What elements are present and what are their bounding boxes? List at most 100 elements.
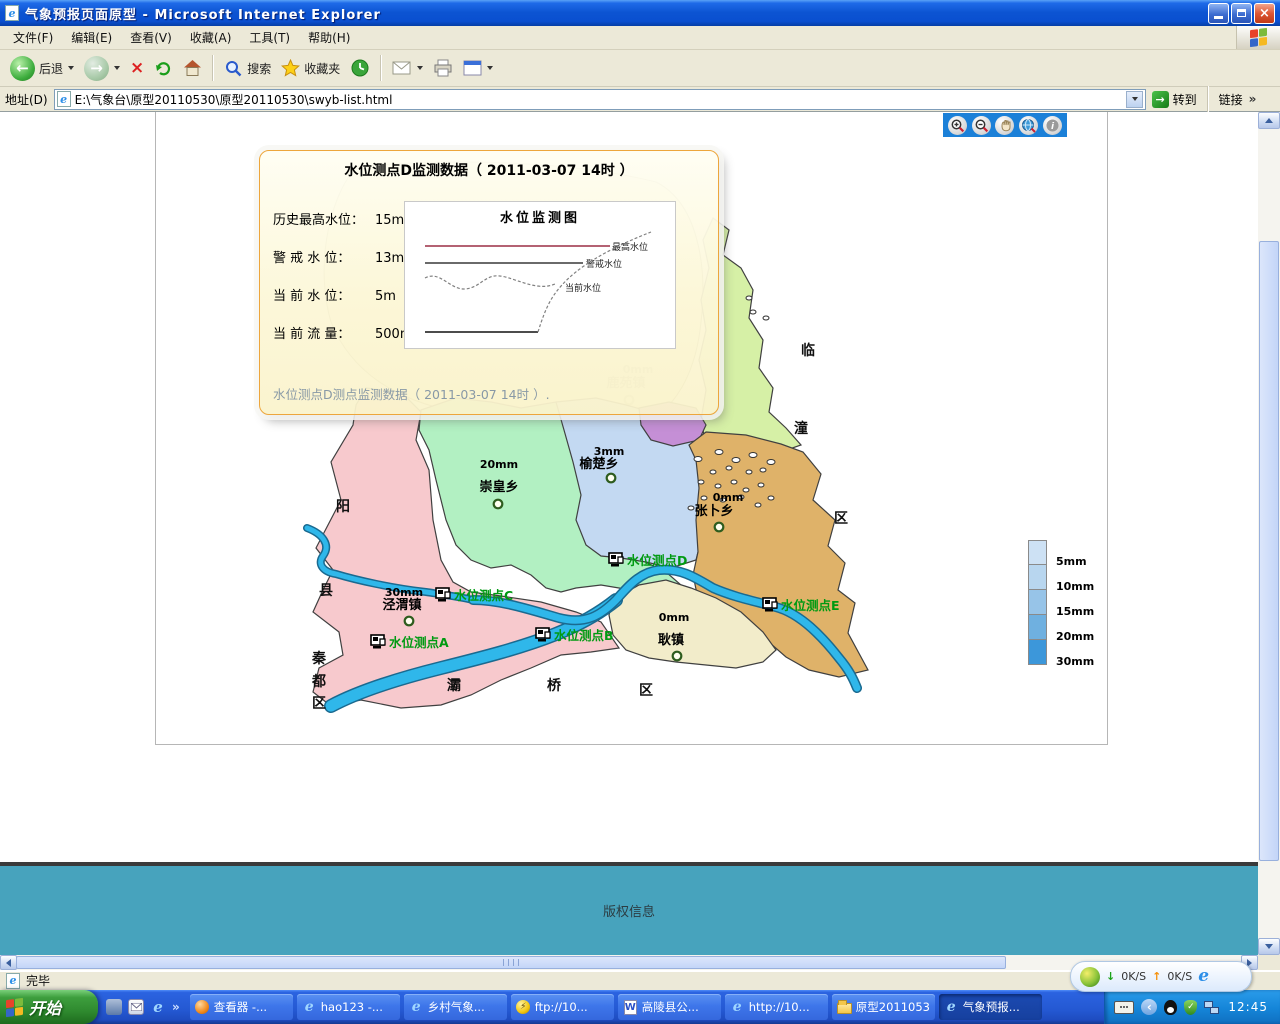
map-full-extent-button[interactable] bbox=[1019, 116, 1038, 135]
warning-level-label: 警戒水位 bbox=[586, 258, 622, 270]
address-input[interactable]: e E:\气象台\原型20110530\原型20110530\swyb-list… bbox=[54, 89, 1146, 110]
forward-button[interactable]: → bbox=[80, 53, 124, 84]
links-chevron-icon[interactable]: » bbox=[1249, 92, 1257, 106]
search-label: 搜索 bbox=[247, 60, 271, 77]
edit-button[interactable] bbox=[459, 57, 497, 79]
scroll-left-button[interactable] bbox=[0, 955, 17, 970]
town-marker-icon[interactable] bbox=[405, 617, 414, 626]
scrollbar-corner bbox=[1258, 955, 1280, 970]
district-label: 区 bbox=[639, 683, 653, 699]
safety-360-icon[interactable] bbox=[1080, 967, 1100, 987]
security-shield-icon[interactable]: ✓ bbox=[1184, 1000, 1197, 1015]
popup-footer-text: 水位测点D测点监测数据（ 2011-03-07 14时 ）. bbox=[273, 384, 550, 403]
minimize-button[interactable] bbox=[1208, 3, 1229, 24]
popup-row: 警 戒 水 位：13m bbox=[273, 247, 404, 266]
favorites-button[interactable]: 收藏夹 bbox=[277, 56, 344, 80]
menu-item-favorites[interactable]: 收藏(A) bbox=[181, 25, 241, 50]
go-button[interactable]: → 转到 bbox=[1152, 91, 1197, 108]
quick-launch-ie-icon[interactable]: e bbox=[150, 999, 166, 1015]
menu-item-tools[interactable]: 工具(T) bbox=[240, 25, 299, 50]
upload-speed: 0K/S bbox=[1167, 970, 1192, 983]
current-level-label: 当前水位 bbox=[565, 282, 601, 294]
station-d-popup[interactable]: 水位测点D监测数据（ 2011-03-07 14时 ） 历史最高水位：15m 警… bbox=[259, 150, 719, 415]
menu-item-help[interactable]: 帮助(H) bbox=[299, 25, 359, 50]
town-name: 崇皇乡 bbox=[479, 479, 518, 495]
network-icon[interactable] bbox=[1204, 1001, 1219, 1014]
address-label: 地址(D) bbox=[5, 91, 48, 108]
restore-button[interactable] bbox=[1231, 3, 1252, 24]
legend-label: 5mm bbox=[1056, 555, 1087, 568]
start-button[interactable]: 开始 bbox=[0, 990, 98, 1024]
town-marker-icon[interactable] bbox=[494, 500, 503, 509]
scroll-down-button[interactable] bbox=[1258, 938, 1280, 955]
address-text[interactable]: E:\气象台\原型20110530\原型20110530\swyb-list.h… bbox=[75, 91, 1122, 108]
row-value: 13m bbox=[375, 251, 404, 266]
tray-collapse-icon[interactable]: ‹ bbox=[1141, 999, 1157, 1015]
ie-icon: e bbox=[944, 1000, 959, 1015]
ie-widget-icon[interactable]: e bbox=[1198, 968, 1209, 985]
net-speed-widget[interactable]: ↓ 0K/S ↑ 0K/S e bbox=[1070, 961, 1252, 992]
page-viewport: 阳 县 秦 都 区 临 潼 区 灞 桥 区 20mm 崇皇乡 bbox=[0, 112, 1258, 955]
close-button[interactable]: × bbox=[1254, 3, 1275, 24]
town-marker-icon[interactable] bbox=[673, 652, 682, 661]
address-dropdown-button[interactable] bbox=[1126, 91, 1143, 108]
legend-swatch bbox=[1028, 565, 1047, 590]
history-button[interactable] bbox=[346, 55, 374, 81]
links-label[interactable]: 链接 bbox=[1219, 91, 1243, 108]
menu-item-view[interactable]: 查看(V) bbox=[121, 25, 181, 50]
home-button[interactable] bbox=[179, 56, 206, 80]
down-arrow-icon bbox=[1265, 944, 1273, 949]
legend-swatch bbox=[1028, 590, 1047, 615]
zoom-out-icon bbox=[974, 118, 989, 133]
stop-button[interactable]: × bbox=[126, 57, 148, 80]
back-button[interactable]: ← 后退 bbox=[6, 53, 78, 84]
map-pan-button[interactable] bbox=[995, 116, 1014, 135]
vertical-scroll-thumb[interactable] bbox=[1259, 241, 1279, 861]
status-text: 完毕 bbox=[26, 972, 50, 989]
info-icon: i bbox=[1045, 118, 1060, 133]
word-icon: W bbox=[623, 1000, 638, 1015]
qq-icon[interactable] bbox=[1164, 1000, 1177, 1015]
viewer-icon bbox=[195, 1000, 210, 1015]
task-viewer[interactable]: 查看器 -... bbox=[190, 994, 293, 1020]
print-button[interactable] bbox=[429, 56, 457, 81]
map-zoom-in-button[interactable] bbox=[948, 116, 967, 135]
town-marker-icon[interactable] bbox=[607, 474, 616, 483]
quick-launch-mail-icon[interactable] bbox=[128, 999, 144, 1015]
mail-button[interactable] bbox=[388, 57, 427, 79]
row-label: 历史最高水位： bbox=[273, 209, 369, 228]
vertical-scrollbar[interactable] bbox=[1258, 112, 1280, 955]
stop-icon: × bbox=[130, 60, 144, 77]
horizontal-scrollbar[interactable] bbox=[0, 955, 1258, 970]
task-folder[interactable]: 原型20110530 bbox=[832, 994, 935, 1020]
start-windows-flag-icon bbox=[6, 997, 23, 1016]
task-weather-prototype[interactable]: e 气象预报... bbox=[939, 994, 1042, 1020]
task-hao123[interactable]: e hao123 -... bbox=[297, 994, 400, 1020]
task-ftp[interactable]: ⚡ ftp://10... bbox=[511, 994, 614, 1020]
ie-logo-icon: e bbox=[5, 5, 19, 21]
task-rural-weather[interactable]: e 乡村气象... bbox=[404, 994, 507, 1020]
quick-launch-messenger-icon[interactable] bbox=[106, 999, 122, 1015]
district-label: 潼 bbox=[794, 420, 808, 437]
map-content-area: 阳 县 秦 都 区 临 潼 区 灞 桥 区 20mm 崇皇乡 bbox=[155, 112, 1108, 745]
map-zoom-out-button[interactable] bbox=[972, 116, 991, 135]
menu-item-file[interactable]: 文件(F) bbox=[4, 25, 62, 50]
quick-launch-chevron-icon[interactable]: » bbox=[172, 1000, 180, 1014]
task-http[interactable]: e http://10... bbox=[725, 994, 828, 1020]
refresh-button[interactable] bbox=[150, 56, 177, 81]
back-label: 后退 bbox=[39, 60, 63, 77]
search-button[interactable]: 搜索 bbox=[220, 56, 275, 81]
keyboard-icon[interactable] bbox=[1114, 1001, 1134, 1014]
task-word-doc[interactable]: W 高陵县公... bbox=[618, 994, 721, 1020]
menu-item-edit[interactable]: 编辑(E) bbox=[62, 25, 121, 50]
forward-caret-icon bbox=[114, 66, 120, 70]
row-value: 5m bbox=[375, 289, 396, 304]
popup-title: 水位测点D监测数据（ 2011-03-07 14时 ） bbox=[260, 160, 718, 180]
district-label: 区 bbox=[312, 696, 326, 712]
download-arrow-icon: ↓ bbox=[1106, 970, 1115, 983]
map-info-button[interactable]: i bbox=[1043, 116, 1062, 135]
horizontal-scroll-thumb[interactable] bbox=[16, 956, 1006, 969]
system-tray: ‹ ✓ 12:45 bbox=[1104, 990, 1280, 1024]
town-marker-icon[interactable] bbox=[715, 523, 724, 532]
scroll-up-button[interactable] bbox=[1258, 112, 1280, 129]
